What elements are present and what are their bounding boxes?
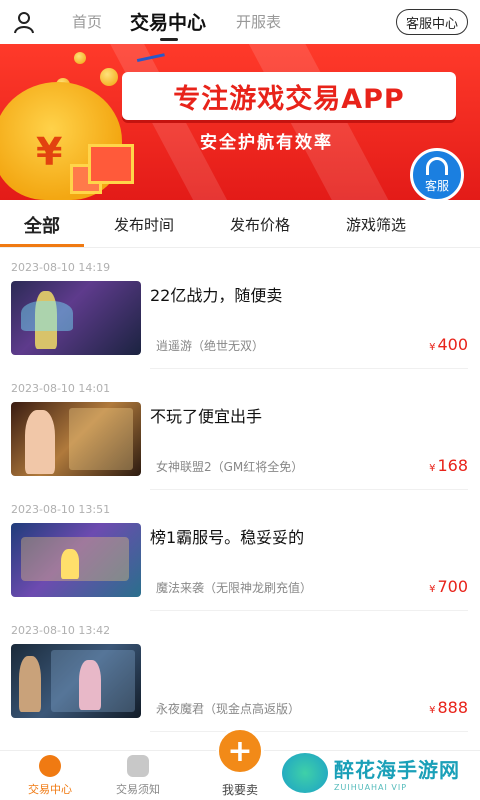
listing-time: 2023-08-10 13:51 <box>11 503 111 516</box>
listing-item[interactable]: 2023-08-10 14:01 不玩了便宜出手 女神联盟2（GM红将全免） ¥… <box>0 369 480 490</box>
currency-symbol: ¥ <box>429 705 436 716</box>
top-nav: 首页 交易中心 开服表 客服中心 <box>0 0 480 44</box>
listing-item[interactable]: 2023-08-10 13:51 榜1霸服号。稳妥妥的 魔法来袭（无限神龙刷充值… <box>0 490 480 611</box>
document-icon <box>127 755 149 777</box>
customer-service-button[interactable]: 客服中心 <box>396 9 468 35</box>
listing-game: 女神联盟2（GM红将全免） <box>156 460 304 474</box>
filter-tab-publish-price[interactable]: 发布价格 <box>230 214 290 235</box>
tab-server-schedule[interactable]: 开服表 <box>236 11 281 32</box>
currency-symbol: ¥ <box>429 342 436 353</box>
listing-thumbnail <box>11 281 141 355</box>
coin-icon <box>100 68 118 86</box>
watermark-text: 醉花海手游网 <box>334 758 460 782</box>
filter-tab-all[interactable]: 全部 <box>24 212 60 238</box>
filter-tab-game-filter[interactable]: 游戏筛选 <box>346 214 406 235</box>
listing-thumbnail <box>11 402 141 476</box>
tab-trade-center[interactable]: 交易中心 <box>130 8 206 35</box>
gift-box-icon <box>88 144 134 184</box>
currency-symbol: ¥ <box>429 463 436 474</box>
listing-price: ¥700 <box>429 577 468 596</box>
user-icon[interactable] <box>12 10 36 34</box>
active-tab-indicator <box>160 38 178 41</box>
money-bag-symbol: ¥ <box>36 130 63 174</box>
filter-tab-publish-time[interactable]: 发布时间 <box>114 214 174 235</box>
filter-tabs: 全部 发布时间 发布价格 游戏筛选 <box>0 200 480 248</box>
listing-thumbnail <box>11 523 141 597</box>
listing-thumbnail <box>11 644 141 718</box>
coin-icon <box>74 52 86 64</box>
listing-time: 2023-08-10 13:42 <box>11 624 111 637</box>
listing-title: 榜1霸服号。稳妥妥的 <box>150 528 305 547</box>
sell-plus-button[interactable]: + <box>216 727 264 775</box>
headset-icon <box>426 156 448 175</box>
banner-headline: 专注游戏交易APP <box>173 83 405 115</box>
bottom-nav-label: 交易中心 <box>28 783 72 796</box>
listing-price: ¥168 <box>429 456 468 475</box>
banner-subline: 安全护航有效率 <box>200 133 333 153</box>
watermark-subtext: ZUIHUAHAI VIP <box>334 783 408 792</box>
listing-time: 2023-08-10 14:01 <box>11 382 111 395</box>
watermark-logo-icon <box>282 753 328 793</box>
game-panel <box>69 408 133 470</box>
price-value: 888 <box>437 698 468 717</box>
divider <box>150 731 468 732</box>
promo-banner[interactable]: ¥ 专注游戏交易APP 安全护航有效率 客服 <box>0 44 480 200</box>
sell-label[interactable]: 我要卖 <box>200 781 280 798</box>
floating-service-button[interactable]: 客服 <box>410 148 464 200</box>
listing-item[interactable]: 2023-08-10 14:19 22亿战力，随便卖 逍遥游（绝世无双） ¥40… <box>0 248 480 369</box>
listing-price: ¥888 <box>429 698 468 717</box>
listing-title: 22亿战力，随便卖 <box>150 286 283 305</box>
bottom-nav-label: 交易须知 <box>116 783 160 796</box>
price-value: 700 <box>437 577 468 596</box>
active-filter-indicator <box>0 244 84 247</box>
character-figure <box>61 549 79 579</box>
site-watermark: 醉花海手游网 ZUIHUAHAI VIP <box>282 746 480 800</box>
character-figure <box>25 410 55 474</box>
listing-game: 魔法来袭（无限神龙刷充值） <box>156 581 313 595</box>
listing-game: 永夜魔君（现金点高返版） <box>156 702 301 716</box>
listing-time: 2023-08-10 14:19 <box>11 261 111 274</box>
character-figure <box>19 656 41 712</box>
listing-price: ¥400 <box>429 335 468 354</box>
currency-symbol: ¥ <box>429 584 436 595</box>
price-value: 168 <box>437 456 468 475</box>
bottom-nav-trade-notice[interactable]: 交易须知 <box>98 755 178 797</box>
bottom-nav-trade-center[interactable]: 交易中心 <box>10 755 90 797</box>
listing-item[interactable]: 2023-08-10 13:42 永夜魔君（现金点高返版） ¥888 <box>0 611 480 732</box>
tab-home[interactable]: 首页 <box>72 11 102 32</box>
price-value: 400 <box>437 335 468 354</box>
listing-title: 不玩了便宜出手 <box>150 407 263 426</box>
floating-service-label: 客服 <box>424 178 449 193</box>
trade-center-icon <box>39 755 61 777</box>
banner-streak <box>241 44 409 200</box>
character-figure <box>79 660 101 710</box>
banner-headline-box: 专注游戏交易APP <box>122 72 456 120</box>
listing-game: 逍遥游（绝世无双） <box>156 339 265 353</box>
wing-shape <box>21 301 73 331</box>
